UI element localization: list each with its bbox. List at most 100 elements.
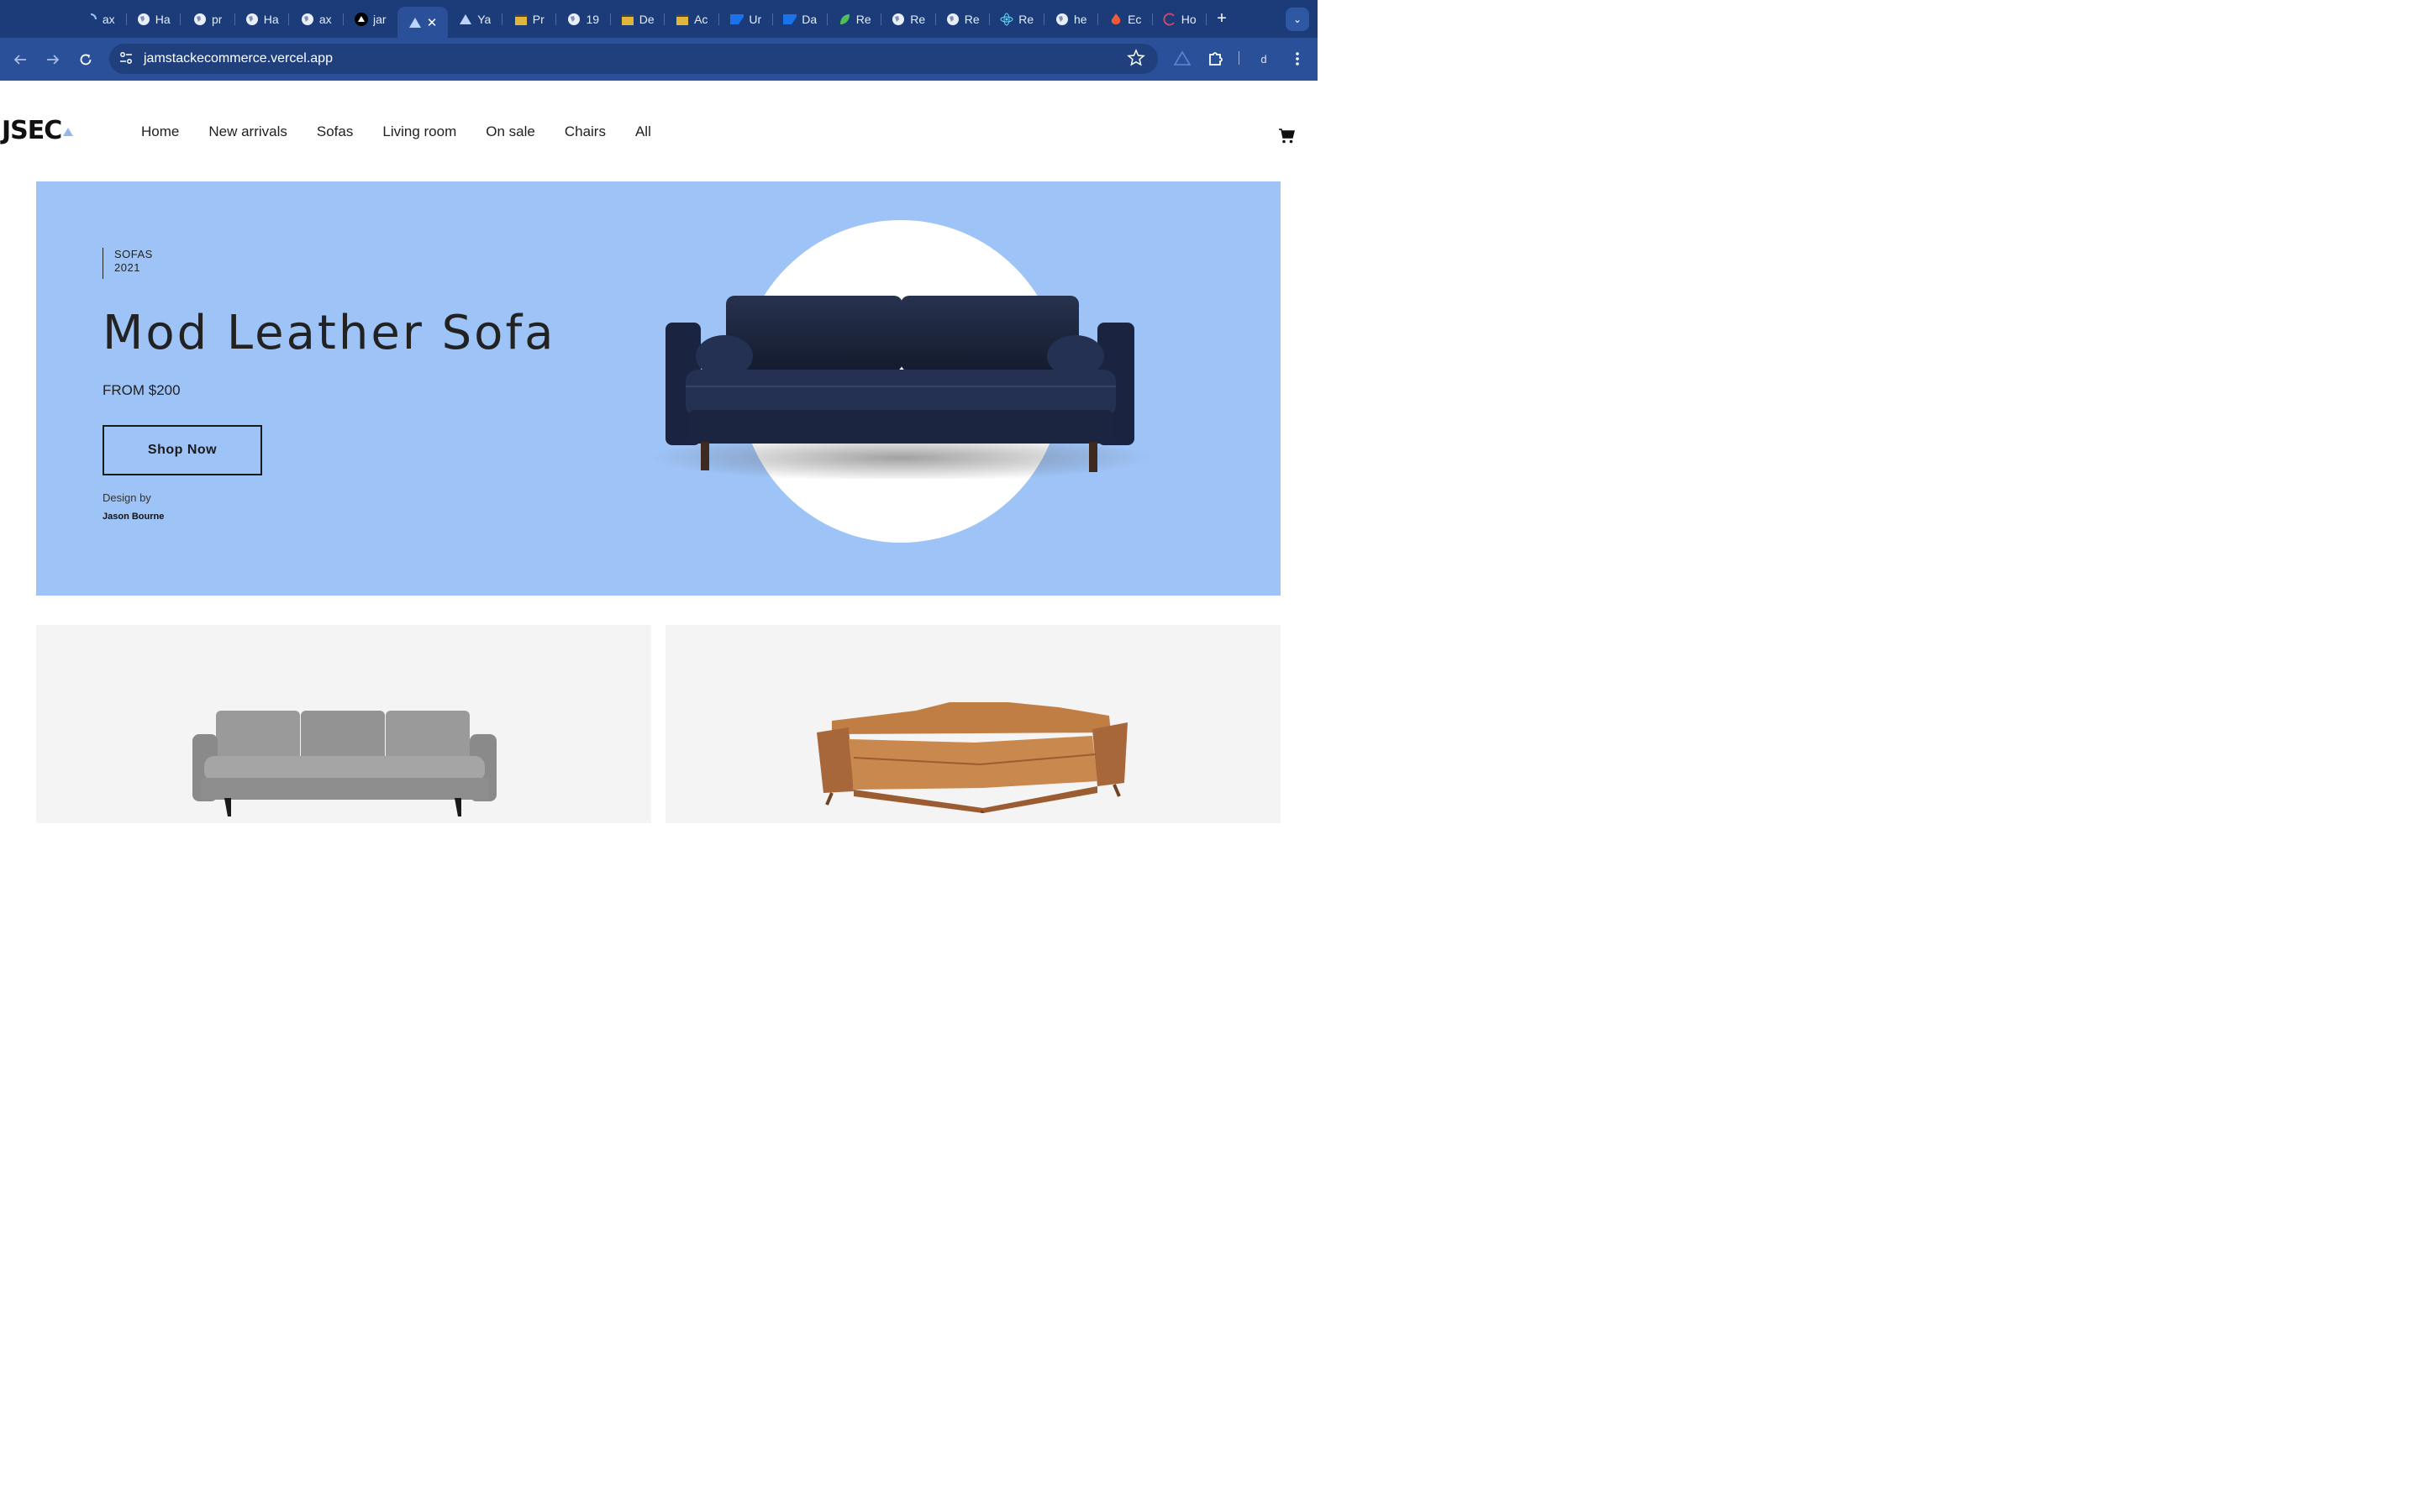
tab-title: Ha [155, 12, 171, 26]
firebase-flame-icon [1109, 13, 1123, 26]
tab-title: pr [212, 12, 223, 26]
bookmark-star-icon[interactable] [1127, 49, 1145, 71]
vercel-extension-icon[interactable] [1173, 50, 1192, 71]
black-triangle-icon [354, 12, 368, 26]
logo-triangle-icon [63, 128, 74, 136]
tab-title: Ac [694, 12, 708, 26]
green-leaf-icon [838, 13, 851, 26]
extensions-puzzle-icon[interactable] [1207, 49, 1225, 71]
nav-link-new-arrivals[interactable]: New arrivals [208, 122, 287, 142]
product-card[interactable] [36, 625, 651, 823]
movie-clapper-icon [514, 13, 528, 26]
hero-year: 2021 [114, 261, 140, 274]
nav-link-chairs[interactable]: Chairs [565, 122, 606, 142]
tab-title: Da [802, 12, 818, 26]
browser-tab[interactable]: he [1044, 6, 1099, 33]
url-text[interactable]: jamstackecommerce.vercel.app [144, 50, 333, 67]
reload-icon [80, 54, 92, 66]
chevron-down-icon: ⌄ [1292, 13, 1302, 25]
site-logo[interactable]: JSEC [2, 116, 74, 145]
design-by-label: Design by [103, 491, 151, 504]
movie-clapper-icon [676, 13, 689, 26]
tab-title: Ha [263, 12, 279, 26]
close-icon[interactable]: ✕ [427, 15, 438, 30]
nav-link-living-room[interactable]: Living room [382, 122, 456, 142]
movie-clapper-icon [621, 13, 634, 26]
vercel-triangle-icon [408, 16, 422, 29]
hero-price: FROM $200 [103, 382, 181, 398]
tan-leather-sectional-image [817, 702, 1128, 813]
browser-tab[interactable]: Pr [502, 6, 557, 33]
browser-tab[interactable]: Re [936, 6, 991, 33]
browser-tab[interactable]: Ha [235, 6, 290, 33]
red-ring-icon [1163, 13, 1176, 26]
browser-tab[interactable]: Re [881, 6, 936, 33]
logo-text: JSEC [2, 116, 62, 145]
browser-tab[interactable]: Ya [448, 6, 502, 33]
tab-title: jar [372, 12, 387, 26]
hero-category: SOFAS [114, 248, 153, 260]
tab-title: De [639, 12, 655, 26]
main-nav: Home New arrivals Sofas Living room On s… [141, 122, 681, 142]
browser-tab-strip: ax Ha pr Ha ax jar ✕ Ya Pr 19 De Ac Ur D… [0, 0, 1318, 38]
globe-icon [567, 13, 581, 26]
nav-link-all[interactable]: All [635, 122, 651, 142]
nav-link-on-sale[interactable]: On sale [486, 122, 535, 142]
browser-tab[interactable]: ax [289, 6, 344, 33]
react-atom-icon [1000, 13, 1013, 26]
browser-tab[interactable]: pr [181, 6, 235, 33]
nav-link-sofas[interactable]: Sofas [317, 122, 353, 142]
designer-name: Jason Bourne [103, 512, 165, 522]
hero-title: Mod Leather Sofa [103, 306, 556, 360]
tab-title: Pr [532, 12, 544, 26]
globe-icon [137, 13, 150, 26]
browser-tab[interactable]: Ec [1098, 6, 1153, 33]
tab-title: Ya [477, 12, 492, 26]
tab-title: he [1073, 12, 1087, 26]
globe-icon [193, 13, 207, 26]
globe-icon [1055, 13, 1069, 26]
tab-title: Re [855, 12, 871, 26]
product-card[interactable] [666, 625, 1281, 823]
reload-button[interactable] [75, 49, 97, 71]
globe-icon [946, 13, 960, 26]
tab-search-button[interactable]: ⌄ [1286, 8, 1309, 31]
browser-tab[interactable]: Ha [127, 6, 182, 33]
tab-title: Ho [1181, 12, 1197, 26]
tab-title: Re [964, 12, 980, 26]
browser-tab-active[interactable]: ✕ [397, 7, 448, 38]
tab-title: Ur [749, 12, 762, 26]
globe-icon [245, 13, 259, 26]
browser-tab[interactable]: 19 [556, 6, 611, 33]
tab-title: Ec [1128, 12, 1142, 26]
profile-avatar[interactable]: d [1252, 47, 1276, 71]
back-button[interactable] [9, 49, 31, 71]
globe-icon [301, 13, 314, 26]
shop-now-button[interactable]: Shop Now [103, 425, 262, 475]
browser-tab[interactable]: Ac [665, 6, 719, 33]
tab-title: Re [910, 12, 926, 26]
browser-tab[interactable]: De [611, 6, 666, 33]
browser-tab[interactable]: Ur [719, 6, 774, 33]
forward-button[interactable] [42, 49, 64, 71]
browser-tab[interactable]: Ho [1153, 6, 1207, 33]
browser-tab[interactable]: Re [828, 6, 882, 33]
sap-icon [783, 13, 797, 26]
nav-link-home[interactable]: Home [141, 122, 179, 142]
kebab-menu-icon[interactable] [1287, 48, 1307, 70]
tab-title: Re [1018, 12, 1034, 26]
browser-tab[interactable]: Re [990, 6, 1044, 33]
site-info-icon[interactable] [118, 50, 134, 66]
cart-icon[interactable] [1278, 128, 1295, 144]
navy-velvet-sofa-image [652, 296, 1150, 479]
browser-tab[interactable]: ax [72, 6, 127, 33]
arrow-left-icon [13, 55, 26, 65]
vercel-triangle-icon [459, 13, 472, 26]
browser-tab[interactable]: Da [773, 6, 828, 33]
globe-icon [892, 13, 905, 26]
loading-spinner-icon [84, 13, 97, 26]
new-tab-button[interactable]: + [1210, 9, 1234, 29]
browser-tab[interactable]: jar [344, 6, 398, 33]
arrow-right-icon [47, 55, 60, 65]
grey-sofa-image [192, 711, 497, 816]
